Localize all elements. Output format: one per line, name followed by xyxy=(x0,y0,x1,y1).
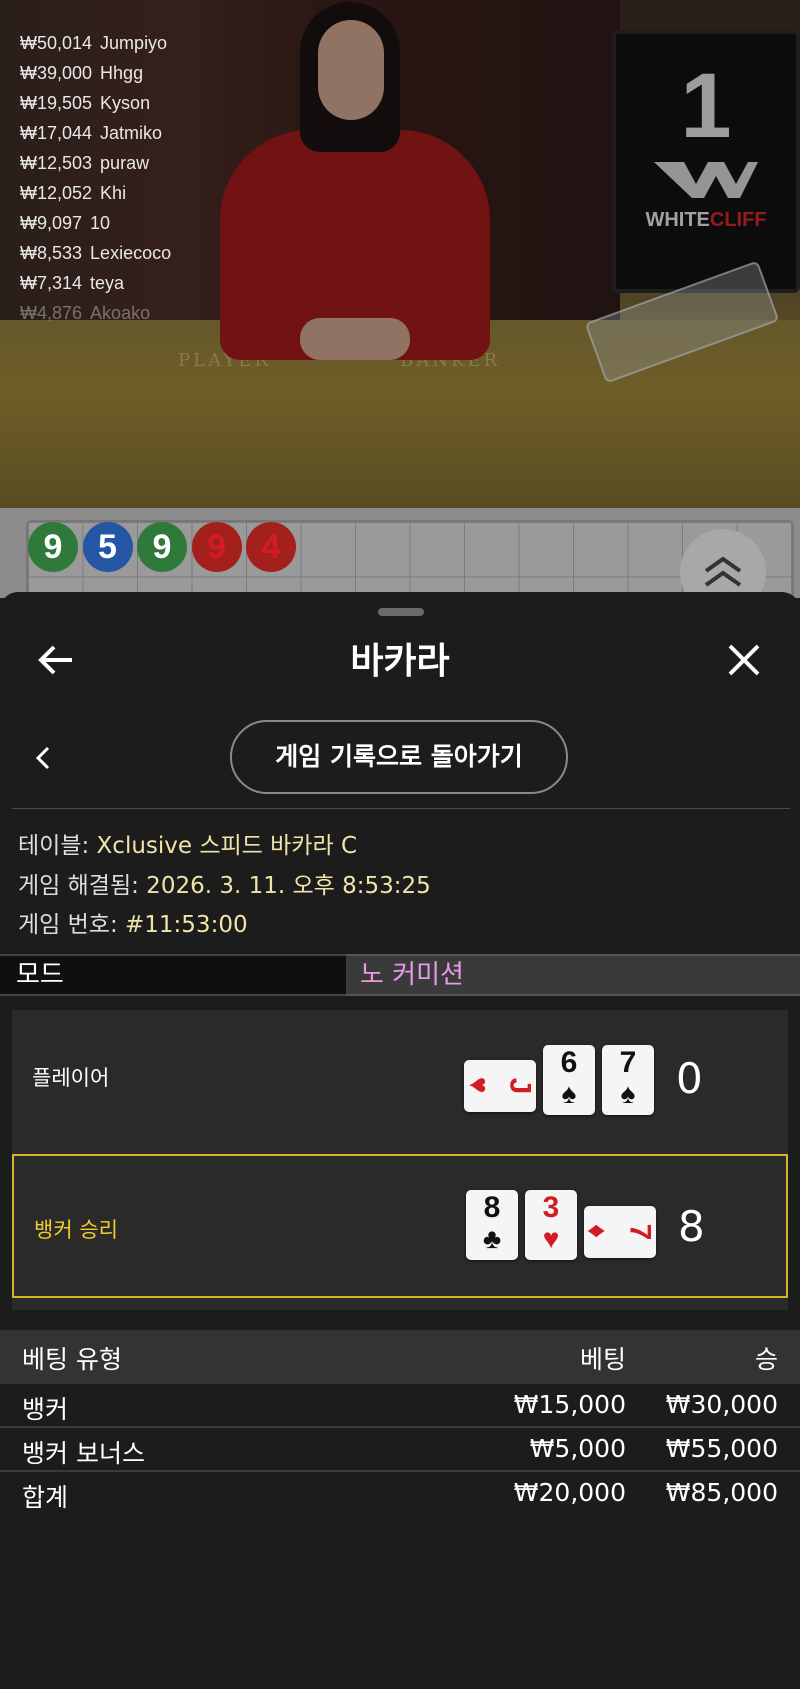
leaderboard-row: ₩7,314 teya xyxy=(20,268,280,298)
bet-amount: ₩15,000 xyxy=(513,1390,626,1419)
card-rank: 3 xyxy=(542,1191,560,1224)
leaderboard-name: 10 xyxy=(90,213,111,233)
leaderboard-name: Hhgg xyxy=(100,63,144,83)
game-number-info: 게임 번호: #11:53:00 xyxy=(18,912,248,938)
banker-win-label: 뱅커 승리 xyxy=(34,1218,118,1242)
bead-road-map: 95994 xyxy=(0,508,800,604)
leaderboard-row: ₩8,533 Lexiecoco xyxy=(20,238,280,268)
leaderboard-amount: ₩17,044 xyxy=(20,123,93,143)
leaderboard-amount: ₩9,097 xyxy=(20,213,83,233)
bets-table-header: 베팅 유형 베팅 승 xyxy=(0,1330,800,1384)
chevron-left-icon xyxy=(35,746,50,770)
banker-score: 8 xyxy=(678,1202,705,1251)
leaderboard-name: Akoako xyxy=(90,303,151,323)
leaderboard-row: ₩19,505 Kyson xyxy=(20,88,280,118)
card-rank: 7 xyxy=(619,1046,637,1079)
player-score: 0 xyxy=(676,1054,703,1103)
game-detail-sheet: 바카라 게임 기록으로 돌아가기 테이블: Xclusive 스피드 바카라 C… xyxy=(0,592,800,1689)
playing-card: 8 ♣ xyxy=(466,1190,518,1260)
card-rank: 7 xyxy=(623,1223,657,1241)
previous-game-button[interactable] xyxy=(28,738,56,778)
bets-table: 베팅 유형 베팅 승 뱅커 ₩15,000 ₩30,000 뱅커 보너스 ₩5,… xyxy=(0,1330,800,1514)
card-suit-icon: ♠ xyxy=(620,1078,636,1109)
leaderboard-name: Lexiecoco xyxy=(90,243,172,263)
bet-type: 뱅커 보너스 xyxy=(22,1439,145,1468)
card-rank: 8 xyxy=(483,1191,501,1224)
bead-blue: 5 xyxy=(82,522,133,572)
player-label: 플레이어 xyxy=(32,1066,110,1090)
header-bet: 베팅 xyxy=(579,1345,626,1374)
leaderboard-name: teya xyxy=(90,273,125,293)
playing-card: 7 ♠ xyxy=(602,1045,654,1115)
leaderboard-row: ₩12,052 Khi xyxy=(20,178,280,208)
card-rank: 6 xyxy=(560,1046,578,1079)
card-suit-icon: ♥ xyxy=(463,1076,495,1094)
playing-card: 6 ♠ xyxy=(543,1045,595,1115)
leaderboard-name: puraw xyxy=(100,153,150,173)
playing-card: J ♥ xyxy=(463,1060,537,1112)
bead-green: 9 xyxy=(28,522,78,572)
leaderboard-amount: ₩39,000 xyxy=(20,63,93,83)
bead-green: 9 xyxy=(137,522,187,572)
card-suit-icon: ♥ xyxy=(542,1223,560,1254)
leaderboard-name: Kyson xyxy=(100,93,151,113)
leaderboard-amount: ₩7,314 xyxy=(20,273,83,293)
resolved-info: 게임 해결됨: 2026. 3. 11. 오후 8:53:25 xyxy=(18,873,431,899)
banker-hand-row: 뱅커 승리 8 ♣ 3 ♥ 7 ♦ 8 xyxy=(12,1154,788,1298)
leaderboard-row: ₩9,097 10 xyxy=(20,208,280,238)
hands-panel: 플레이어 J ♥ 6 ♠ 7 ♠ 0 뱅커 승리 8 ♣ 3 ♥ 7 ♦ 8 xyxy=(12,1010,788,1310)
header-win: 승 xyxy=(754,1345,778,1374)
leaderboard-amount: ₩50,014 xyxy=(20,33,93,53)
table-row: 뱅커 보너스 ₩5,000 ₩55,000 xyxy=(0,1428,800,1472)
mode-value: 노 커미션 xyxy=(346,954,800,996)
leaderboard-amount: ₩19,505 xyxy=(20,93,93,113)
card-suit-icon: ♣ xyxy=(482,1223,502,1254)
divider xyxy=(12,808,790,809)
card-suit-icon: ♦ xyxy=(582,1223,614,1239)
leaderboard-amount: ₩12,052 xyxy=(20,183,93,203)
total-row: 합계 ₩20,000 ₩85,000 xyxy=(0,1472,800,1514)
card-suit-icon: ♠ xyxy=(561,1078,577,1109)
win-amount: ₩55,000 xyxy=(665,1434,778,1463)
close-button[interactable] xyxy=(720,636,768,684)
mode-label: 모드 xyxy=(0,954,346,996)
close-icon xyxy=(728,644,760,676)
leaderboard-amount: ₩12,503 xyxy=(20,153,93,173)
player-hand-row: 플레이어 J ♥ 6 ♠ 7 ♠ 0 xyxy=(12,1010,788,1154)
win-amount: ₩30,000 xyxy=(665,1390,778,1419)
leaderboard-name: Jatmiko xyxy=(100,123,163,143)
back-to-history-button[interactable]: 게임 기록으로 돌아가기 xyxy=(230,720,568,794)
sheet-drag-handle[interactable] xyxy=(378,608,424,616)
table-info: 테이블: Xclusive 스피드 바카라 C xyxy=(18,833,358,859)
leaderboard-row: ₩4,876 Akoako xyxy=(20,298,280,328)
total-win: ₩85,000 xyxy=(665,1478,778,1507)
bet-type: 뱅커 xyxy=(22,1395,69,1424)
leaderboard-name: Jumpiyo xyxy=(100,33,168,53)
leaderboard-row: ₩50,014 Jumpiyo xyxy=(20,28,280,58)
total-bet: ₩20,000 xyxy=(513,1478,626,1507)
playing-card: 7 ♦ xyxy=(582,1206,657,1258)
live-video-feed: PLAYER BANKER 1 WHITECLIFF ₩50,014 Jumpiy… xyxy=(0,0,800,508)
total-label: 합계 xyxy=(22,1483,69,1512)
leaderboard-amount: ₩4,876 xyxy=(20,303,83,323)
double-chevron-up-icon xyxy=(704,556,742,587)
mode-row: 모드 노 커미션 xyxy=(0,954,800,996)
winners-leaderboard: ₩50,014 Jumpiyo ₩39,000 Hhgg ₩19,505 Kyson ₩17… xyxy=(20,28,280,328)
leaderboard-row: ₩39,000 Hhgg xyxy=(20,58,280,88)
bead-red: 4 xyxy=(246,522,296,572)
leaderboard-amount: ₩8,533 xyxy=(20,243,83,263)
leaderboard-name: Khi xyxy=(100,183,127,203)
bead-red: 9 xyxy=(191,522,242,572)
playing-card: 3 ♥ xyxy=(525,1190,577,1260)
page-title: 바카라 xyxy=(350,641,450,682)
table-row: 뱅커 ₩15,000 ₩30,000 xyxy=(0,1384,800,1428)
leaderboard-row: ₩17,044 Jatmiko xyxy=(20,118,280,148)
header-bet-type: 베팅 유형 xyxy=(22,1345,122,1374)
bet-amount: ₩5,000 xyxy=(529,1434,626,1463)
leaderboard-row: ₩12,503 puraw xyxy=(20,148,280,178)
card-rank: J xyxy=(503,1077,537,1095)
